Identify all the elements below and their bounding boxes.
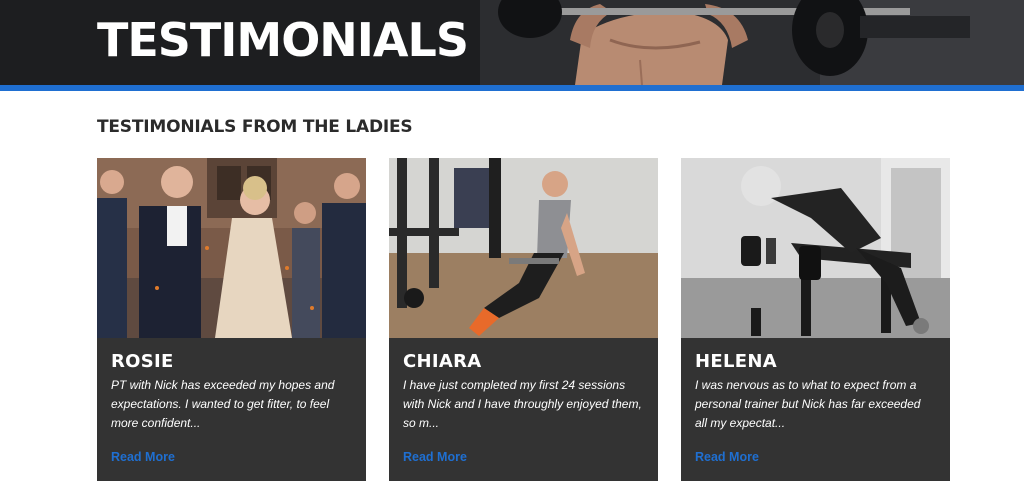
testimonial-card-helena: HELENA I was nervous as to what to expec… [681, 158, 950, 481]
testimonial-card-rosie: ROSIE PT with Nick has exceeded my hopes… [97, 158, 366, 481]
read-more-link[interactable]: Read More [111, 450, 175, 464]
testimonial-name: CHIARA [403, 351, 482, 372]
testimonial-excerpt: I have just completed my first 24 sessio… [403, 378, 642, 430]
read-more-link[interactable]: Read More [403, 450, 467, 464]
testimonial-excerpt: PT with Nick has exceeded my hopes and e… [111, 378, 335, 430]
testimonial-name: ROSIE [111, 351, 174, 372]
hero-banner: TESTIMONIALS [0, 0, 1024, 85]
read-more-link[interactable]: Read More [695, 450, 759, 464]
testimonial-photo [97, 158, 366, 338]
section-heading: TESTIMONIALS FROM THE LADIES [97, 117, 413, 137]
testimonial-photo [389, 158, 658, 338]
testimonial-excerpt: I was nervous as to what to expect from … [695, 378, 921, 430]
testimonial-card-chiara: CHIARA I have just completed my first 24… [389, 158, 658, 481]
testimonial-photo [681, 158, 950, 338]
page-title: TESTIMONIALS [97, 13, 469, 67]
testimonial-name: HELENA [695, 351, 777, 372]
accent-stripe [0, 85, 1024, 91]
